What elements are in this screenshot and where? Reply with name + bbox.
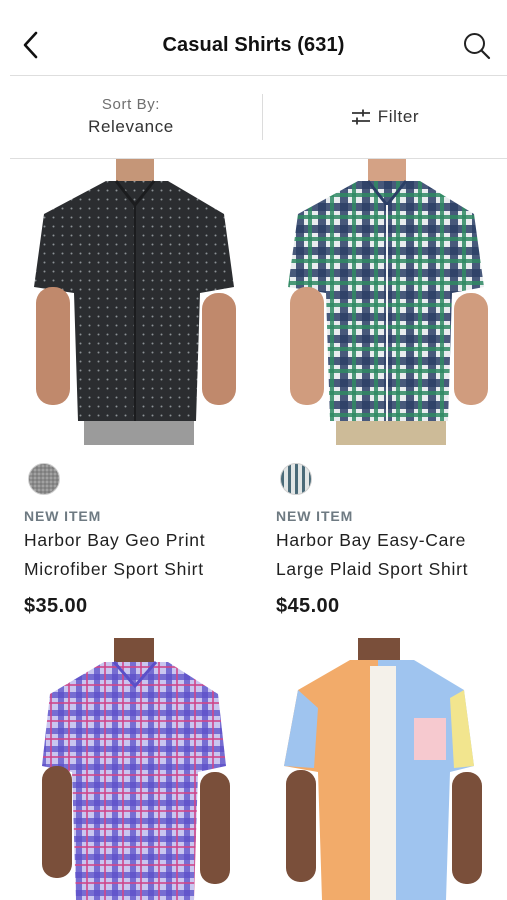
- product-image[interactable]: [22, 638, 242, 900]
- filter-label: Filter: [377, 107, 420, 126]
- product-price: $35.00: [24, 595, 88, 617]
- color-swatch[interactable]: [28, 463, 60, 495]
- product-card[interactable]: [276, 638, 506, 900]
- search-icon: [464, 33, 491, 60]
- product-image[interactable]: [22, 159, 242, 445]
- product-name-line[interactable]: Large Plaid Sport Shirt: [276, 557, 504, 582]
- product-price: $45.00: [276, 595, 340, 617]
- product-name-line[interactable]: Harbor Bay Geo Print: [24, 528, 252, 553]
- sliders-icon: [351, 109, 370, 125]
- sort-caption: Sort By:: [101, 96, 161, 113]
- page-title: Casual Shirts (631): [162, 34, 345, 56]
- header: Casual Shirts (631): [0, 0, 507, 76]
- sort-value: Relevance: [88, 117, 174, 136]
- product-name-line[interactable]: Microfiber Sport Shirt: [24, 557, 252, 582]
- filter-button[interactable]: Filter: [263, 76, 507, 158]
- product-card[interactable]: NEW ITEM Harbor Bay Geo Print Microfiber…: [24, 159, 254, 618]
- product-image[interactable]: [274, 159, 494, 445]
- product-name-line[interactable]: Harbor Bay Easy-Care: [276, 528, 504, 553]
- sort-button[interactable]: Sort By: Relevance: [0, 76, 262, 158]
- search-button[interactable]: [459, 28, 495, 64]
- new-item-badge: NEW ITEM: [276, 508, 354, 524]
- new-item-badge: NEW ITEM: [24, 508, 102, 524]
- product-card[interactable]: NEW ITEM Harbor Bay Easy-Care Large Plai…: [276, 159, 506, 618]
- product-image[interactable]: [274, 638, 494, 900]
- product-card[interactable]: [24, 638, 254, 900]
- color-swatch[interactable]: [280, 463, 312, 495]
- sort-filter-bar: Sort By: Relevance Filter: [0, 76, 507, 158]
